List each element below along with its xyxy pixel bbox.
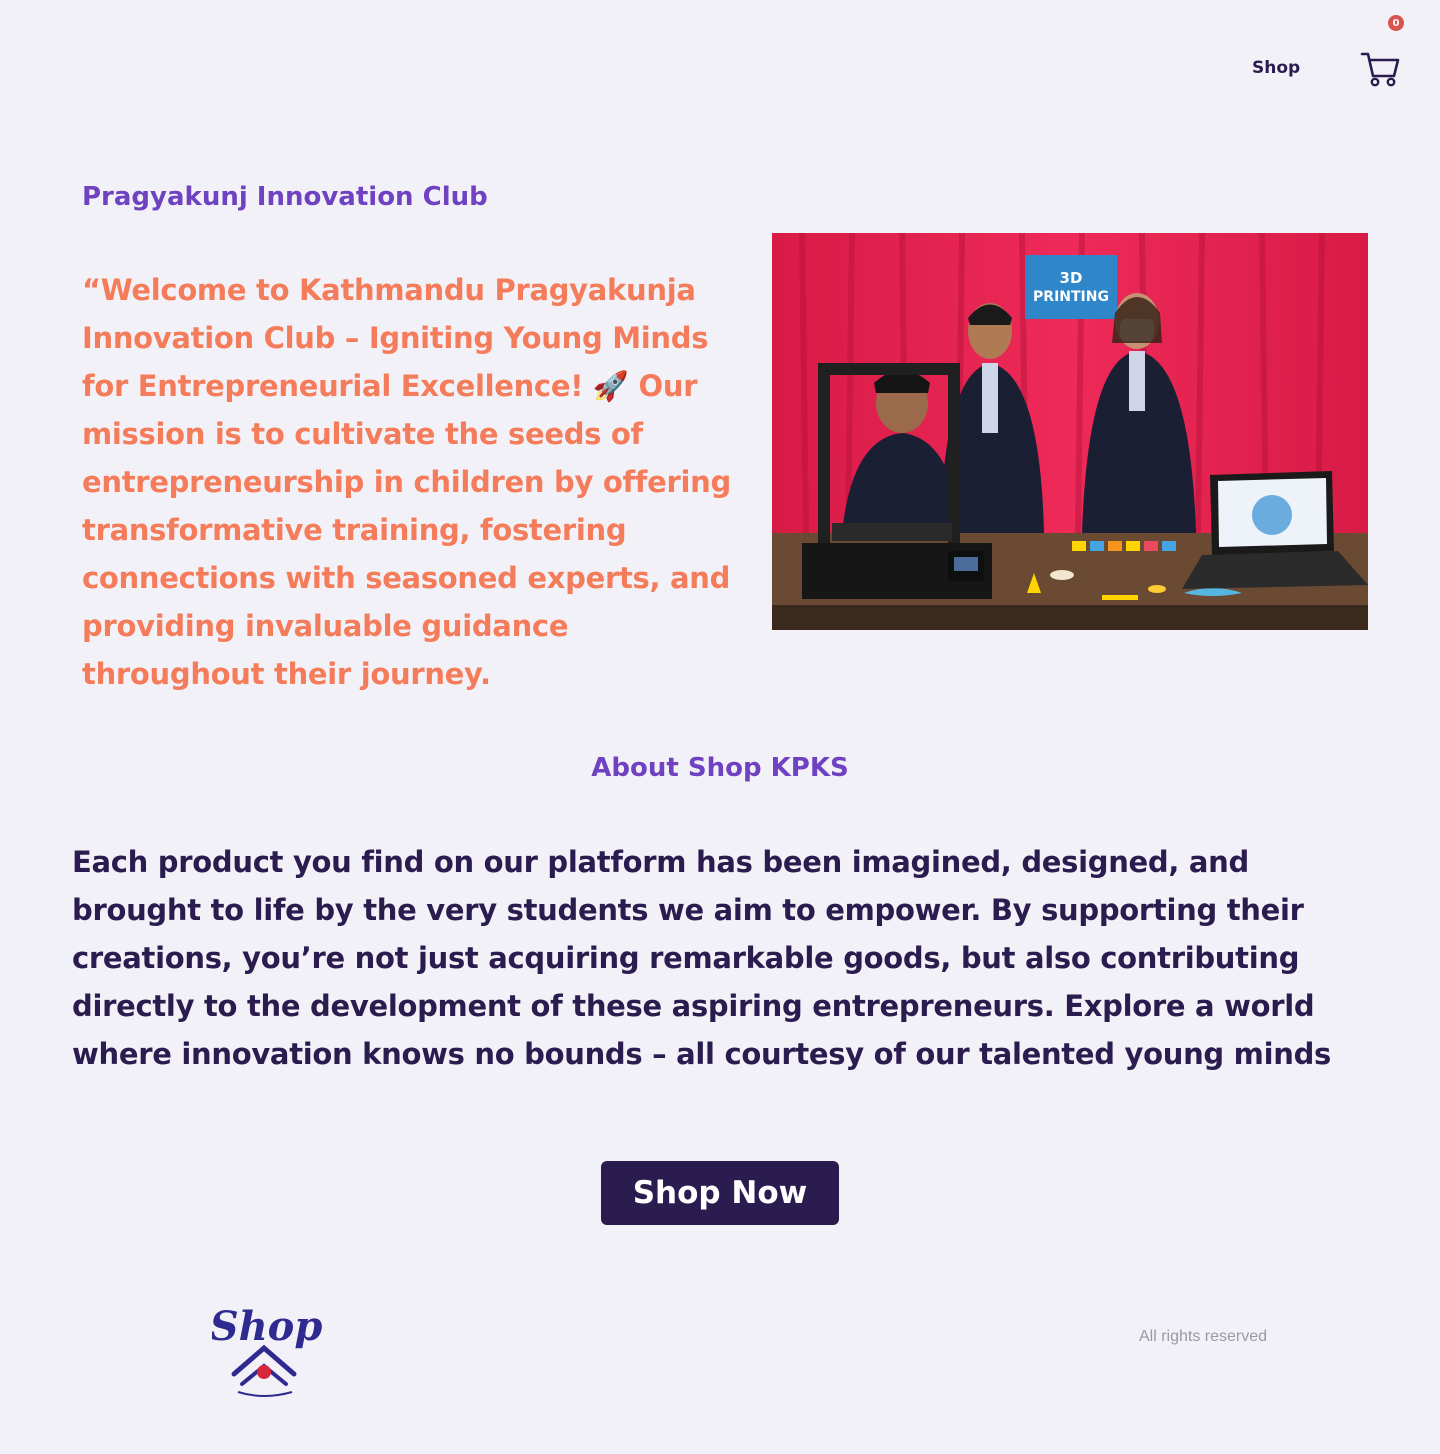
site-header: Shop 0 bbox=[0, 0, 1440, 120]
cart-count-badge: 0 bbox=[1388, 15, 1404, 31]
shop-now-button[interactable]: Shop Now bbox=[601, 1161, 839, 1225]
rights-text: All rights reserved bbox=[1139, 1328, 1268, 1345]
about-title: About Shop KPKS bbox=[591, 753, 849, 783]
cart-icon bbox=[1360, 52, 1400, 87]
about-body: Each product you find on our platform ha… bbox=[72, 845, 1331, 1071]
shop-logo[interactable]: Shop bbox=[210, 1296, 324, 1402]
hero-photo: 3D PRINTING bbox=[772, 233, 1368, 630]
photo-sign-line1: 3D bbox=[1060, 269, 1083, 287]
club-title: Pragyakunj Innovation Club bbox=[82, 182, 488, 212]
photo-sign-line2: PRINTING bbox=[1033, 289, 1109, 305]
cart-button[interactable] bbox=[1360, 50, 1400, 88]
nav-shop-link[interactable]: Shop bbox=[1252, 58, 1300, 78]
intro-quote: “Welcome to Kathmandu Pragyakunja Innova… bbox=[82, 273, 731, 691]
logo-wordmark: Shop bbox=[212, 1303, 322, 1350]
